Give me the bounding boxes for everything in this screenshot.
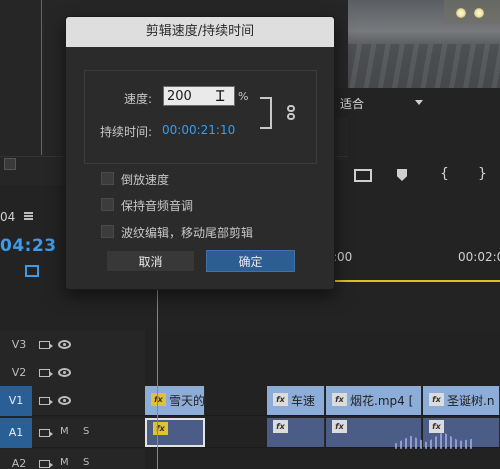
snap-icon[interactable]	[25, 265, 39, 277]
eye-icon[interactable]	[58, 340, 71, 349]
track-header: V3	[0, 330, 145, 360]
timeline-playhead[interactable]	[157, 285, 158, 469]
track-name[interactable]: V2	[8, 365, 30, 381]
audio-clip[interactable]: fx	[267, 418, 325, 447]
fit-select[interactable]: 适合	[340, 95, 364, 112]
eye-icon[interactable]	[58, 396, 71, 405]
camera-icon[interactable]	[39, 397, 53, 405]
ruler-label: 00:02:0	[458, 250, 500, 264]
fx-badge: fx	[429, 420, 444, 433]
track-area[interactable]	[145, 330, 500, 360]
track-area[interactable]: fx 雪天的 fx 车速 fx 烟花.mp4 [ fx 圣诞树.n	[145, 386, 500, 416]
track-header: A2 M S	[0, 449, 145, 469]
track-area[interactable]	[145, 449, 500, 469]
clip-label: 烟花.mp4 [	[350, 394, 414, 408]
reverse-speed-checkbox[interactable]	[101, 172, 114, 185]
chain-link-icon[interactable]	[286, 105, 296, 122]
source-playhead-line	[41, 0, 42, 155]
track-row-v1: V1 fx 雪天的 fx 车速 fx 烟花.mp4 [ fx 圣诞树.n	[0, 386, 500, 416]
audio-clip[interactable]: fx	[145, 418, 205, 447]
option-label: 倒放速度	[121, 173, 170, 187]
track-header: A1 M S	[0, 418, 145, 448]
speed-unit: %	[238, 90, 249, 103]
fx-badge: fx	[429, 393, 444, 406]
preview-headlight	[474, 8, 484, 18]
camera-icon[interactable]	[39, 369, 53, 377]
ripple-edit-checkbox[interactable]	[101, 225, 114, 238]
track-name[interactable]: V3	[8, 337, 30, 353]
fx-badge: fx	[332, 393, 347, 406]
text-cursor-icon: Ɪ	[216, 87, 225, 105]
track-row-a2: A2 M S	[0, 449, 500, 469]
duration-label: 持续时间:	[100, 125, 153, 139]
track-row-v3: V3	[0, 330, 500, 360]
video-clip[interactable]: fx 圣诞树.n	[423, 386, 500, 415]
preview-road	[348, 44, 500, 88]
mark-out-icon[interactable]: }	[478, 166, 487, 182]
microphone-icon[interactable]	[39, 460, 53, 468]
solo-button[interactable]: S	[83, 426, 89, 437]
dialog-title[interactable]: 剪辑速度/持续时间	[66, 17, 334, 47]
microphone-icon[interactable]	[39, 429, 53, 437]
track-name[interactable]: A2	[8, 456, 30, 469]
fx-badge: fx	[332, 420, 347, 433]
premiere-workspace: 适合 { } 04 04:23 :00 00:02:0 V3 V2 V1 fx …	[0, 0, 500, 469]
ok-button[interactable]: 确定	[206, 250, 295, 272]
link-bracket	[260, 97, 272, 129]
video-clip[interactable]: fx 烟花.mp4 [	[326, 386, 422, 415]
track-header: V2	[0, 358, 145, 388]
video-clip[interactable]: fx 车速	[267, 386, 325, 415]
camera-icon[interactable]	[39, 341, 53, 349]
mute-button[interactable]: M	[60, 426, 69, 437]
track-area[interactable]	[145, 358, 500, 388]
fx-badge: fx	[151, 393, 166, 406]
sequence-tab-label[interactable]: 04	[0, 210, 15, 224]
chevron-down-icon[interactable]	[415, 100, 423, 105]
clip-label: 圣诞树.n	[447, 394, 495, 408]
mark-in-icon[interactable]: {	[440, 166, 449, 182]
track-name[interactable]: A1	[0, 418, 32, 448]
fx-badge: fx	[273, 393, 288, 406]
clip-label: 雪天的	[169, 394, 205, 408]
option-label: 保持音频音调	[121, 199, 194, 213]
speed-duration-group	[84, 70, 317, 164]
cancel-button[interactable]: 取消	[106, 250, 195, 272]
clip-label: 车速	[291, 394, 316, 408]
speed-label: 速度:	[124, 92, 153, 106]
preview-car	[444, 0, 500, 24]
video-clip[interactable]: fx 雪天的	[145, 386, 205, 415]
fx-badge: fx	[273, 420, 288, 433]
solo-button[interactable]: S	[83, 457, 89, 468]
maintain-pitch-checkbox[interactable]	[101, 198, 114, 211]
menu-icon[interactable]	[24, 212, 33, 220]
panel-scroll-handle[interactable]	[4, 158, 16, 170]
fx-badge: fx	[153, 422, 168, 435]
preview-headlight	[456, 8, 466, 18]
track-name[interactable]: V1	[0, 386, 32, 416]
track-row-v2: V2	[0, 358, 500, 388]
clip-speed-duration-dialog: 剪辑速度/持续时间 速度: Ɪ % 持续时间: 00:00:21:10 倒放速度…	[66, 17, 334, 289]
eye-icon[interactable]	[58, 368, 71, 377]
ruler-label: :00	[333, 250, 353, 264]
mute-button[interactable]: M	[60, 457, 69, 468]
option-label: 波纹编辑，移动尾部剪辑	[121, 226, 254, 240]
program-monitor-preview	[348, 0, 500, 88]
track-header: V1	[0, 386, 145, 416]
safe-margins-icon[interactable]	[354, 169, 372, 182]
work-area-bar[interactable]	[333, 280, 500, 282]
duration-value[interactable]: 00:00:21:10	[162, 123, 235, 137]
timeline-timecode[interactable]: 04:23	[0, 236, 57, 256]
